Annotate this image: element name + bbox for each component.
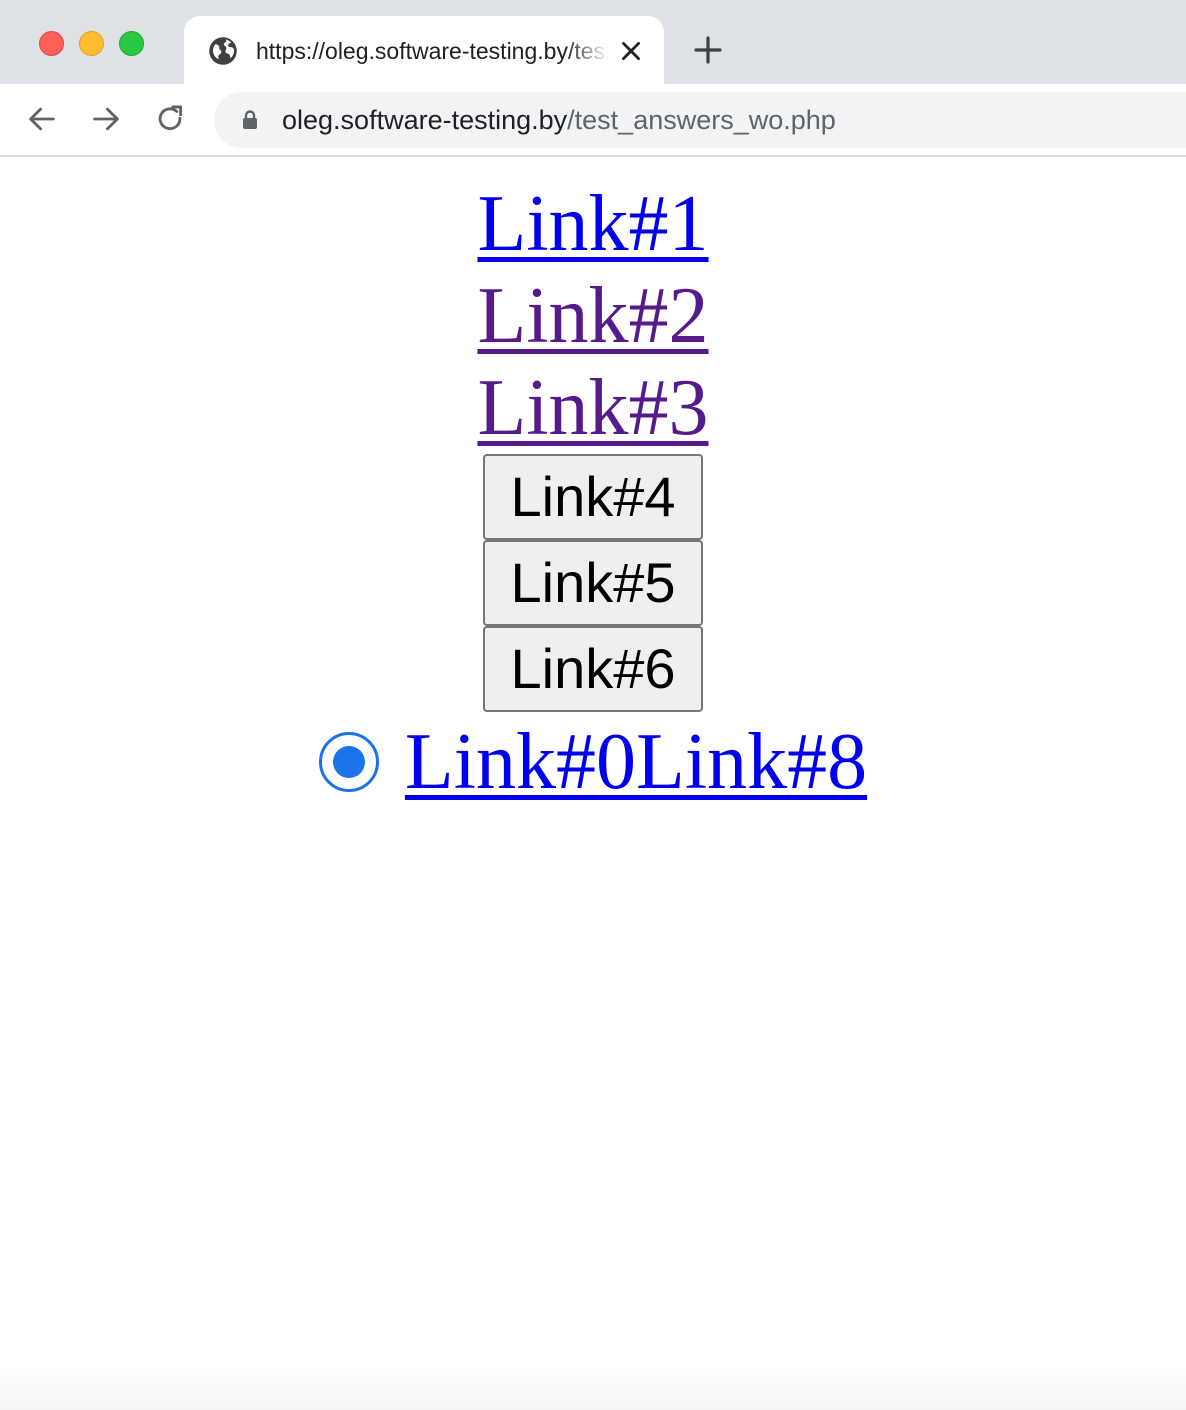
url-text: oleg.software-testing.by/test_answers_wo… xyxy=(282,104,836,136)
tab-title: https://oleg.software-testing.by/test_an… xyxy=(256,38,608,64)
active-tab[interactable]: https://oleg.software-testing.by/test_an… xyxy=(184,16,664,84)
new-tab-plus-icon[interactable] xyxy=(692,34,724,66)
link-list: Link#1 Link#2 Link#3 xyxy=(0,158,1186,454)
browser-toolbar: oleg.software-testing.by/test_answers_wo… xyxy=(0,84,1186,157)
lock-icon xyxy=(243,110,257,129)
radio-link-row: Link#0 Link#8 xyxy=(0,718,1186,806)
back-arrow-icon[interactable] xyxy=(25,102,59,136)
address-bar[interactable]: oleg.software-testing.by/test_answers_wo… xyxy=(214,92,1186,148)
link-6-button[interactable]: Link#6 xyxy=(483,626,703,712)
reload-icon[interactable] xyxy=(153,102,187,136)
globe-icon xyxy=(209,37,237,65)
bottom-shadow xyxy=(0,1364,1186,1410)
url-path: /test_answers_wo.php xyxy=(567,105,836,135)
link-1[interactable]: Link#1 xyxy=(477,178,709,270)
page-content: Link#1 Link#2 Link#3 Link#4 Link#5 Link#… xyxy=(0,158,1186,1410)
link-2[interactable]: Link#2 xyxy=(477,270,709,362)
url-host: oleg.software-testing.by xyxy=(282,105,568,135)
radio-button-checked[interactable] xyxy=(318,732,379,792)
minimize-window-button[interactable] xyxy=(79,31,104,56)
tab-strip: https://oleg.software-testing.by/test_an… xyxy=(0,0,1186,84)
link-5-button[interactable]: Link#5 xyxy=(483,540,703,626)
link-0[interactable]: Link#0 xyxy=(405,716,636,808)
forward-arrow-icon[interactable] xyxy=(89,102,123,136)
close-window-button[interactable] xyxy=(39,31,64,56)
maximize-window-button[interactable] xyxy=(119,31,144,56)
link-4-button[interactable]: Link#4 xyxy=(483,454,703,540)
close-tab-icon[interactable] xyxy=(618,38,644,64)
link-8[interactable]: Link#8 xyxy=(636,716,867,808)
link-3[interactable]: Link#3 xyxy=(477,362,709,454)
